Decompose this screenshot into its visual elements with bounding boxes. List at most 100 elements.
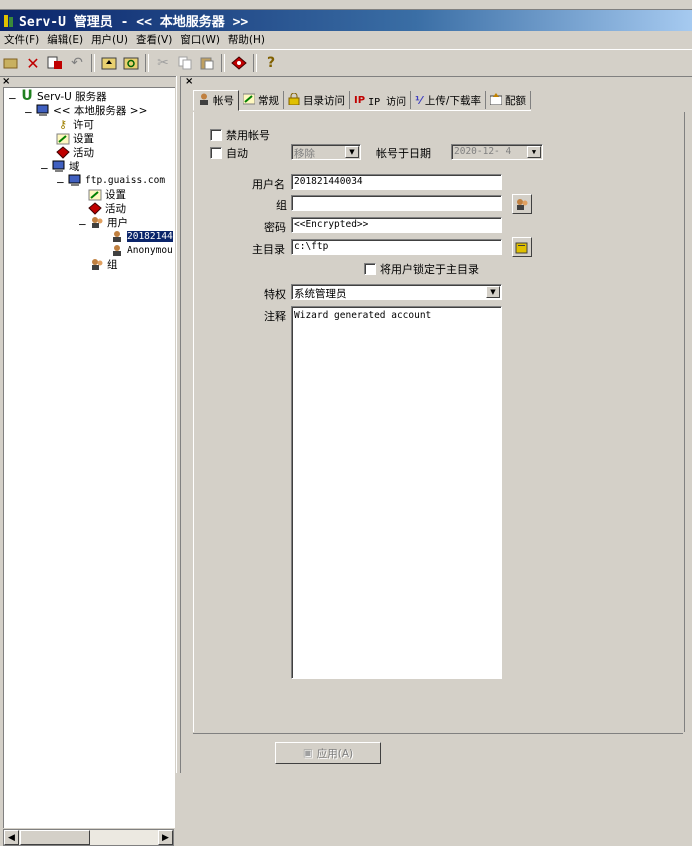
refresh-icon[interactable] (120, 52, 142, 74)
tree-item-domain-settings[interactable]: 设置 (88, 187, 126, 201)
quota-icon (489, 92, 503, 108)
tab-quota[interactable]: 配额 (486, 91, 531, 109)
auto-checkbox[interactable] (210, 147, 222, 159)
lock-icon (288, 92, 300, 108)
collapse-icon[interactable]: − (78, 219, 87, 231)
collapse-icon[interactable]: − (40, 163, 49, 175)
toolbar-separator (253, 54, 257, 72)
group-field[interactable] (291, 195, 502, 211)
auto-action-select[interactable]: 移除 ▼ (291, 144, 361, 160)
groups-icon (90, 258, 104, 271)
paste-icon[interactable] (196, 52, 218, 74)
tree-item-users[interactable]: 用户 (90, 215, 128, 229)
account-form: 禁用帐号 自动 移除 ▼ 帐号于日期 2020-12- 4 ▼ 用户名 2018… (193, 112, 685, 732)
chevron-down-icon[interactable]: ▼ (527, 146, 541, 158)
button-bar: ▣ 应用(A) (193, 733, 683, 770)
toolbar-separator (91, 54, 95, 72)
select-group-button[interactable] (512, 194, 532, 214)
tree-item-local-server[interactable]: << 本地服务器 >> (36, 103, 147, 117)
settings-icon (242, 93, 256, 108)
window-title: Serv-U 管理员 - << 本地服务器 >> (19, 15, 249, 30)
pane-splitter[interactable] (176, 76, 181, 773)
menu-bar: 文件(F) 编辑(E) 用户(U) 查看(V) 窗口(W) 帮助(H) (0, 31, 692, 48)
ip-icon: IP (354, 94, 366, 106)
username-field[interactable]: 201821440034 (291, 174, 502, 190)
disable-account-label: 禁用帐号 (226, 129, 270, 142)
password-field[interactable]: <<Encrypted>> (291, 217, 502, 233)
tree-item-activity[interactable]: 活动 (56, 145, 94, 159)
menu-file[interactable]: 文件(F) (0, 32, 43, 47)
settings-icon (56, 132, 70, 145)
user-icon (110, 230, 124, 243)
help-icon[interactable]: ? (260, 52, 282, 74)
collapse-icon[interactable]: − (56, 177, 65, 189)
wizard-icon[interactable] (228, 52, 250, 74)
close-icon[interactable]: × (2, 76, 10, 87)
notes-textarea[interactable]: Wizard generated account (291, 306, 502, 679)
tree-pane: × − U Serv-U 服务器 − << 本地服务器 >> ⚷ 许可 设置 活… (0, 76, 175, 846)
tree-item-user-anonymous[interactable]: Anonymou (110, 243, 173, 257)
chevron-down-icon[interactable]: ▼ (345, 146, 359, 158)
tree-item-domain[interactable]: ftp.guaiss.com (68, 173, 165, 187)
tree-item-root[interactable]: U Serv-U 服务器 (20, 88, 106, 104)
tab-directory-access[interactable]: 目录访问 (284, 91, 350, 109)
tab-bar: 帐号 常规 目录访问 IP IP 访问 ⅟ 上传/下载率 配额 (193, 89, 531, 111)
tree-item-groups[interactable]: 组 (90, 257, 118, 271)
activity-icon (56, 145, 70, 159)
disable-account-checkbox[interactable] (210, 129, 222, 141)
menu-view[interactable]: 查看(V) (132, 32, 176, 47)
tree-item-domains[interactable]: 域 (52, 159, 80, 173)
expire-date-label: 帐号于日期 (376, 147, 431, 160)
tab-general[interactable]: 常规 (239, 91, 284, 109)
serv-u-icon: U (21, 88, 33, 104)
scroll-right-icon[interactable]: ▶ (158, 830, 173, 845)
apply-button[interactable]: ▣ 应用(A) (275, 742, 381, 764)
tree-item-user-selected[interactable]: 20182144 (110, 229, 173, 243)
home-directory-field[interactable]: c:\ftp (291, 239, 502, 255)
up-icon[interactable] (98, 52, 120, 74)
server-tree[interactable]: − U Serv-U 服务器 − << 本地服务器 >> ⚷ 许可 设置 活动 … (3, 87, 175, 828)
scroll-left-icon[interactable]: ◀ (4, 830, 19, 845)
expire-date-picker[interactable]: 2020-12- 4 ▼ (451, 144, 543, 160)
home-directory-label: 主目录 (252, 243, 285, 256)
menu-help[interactable]: 帮助(H) (224, 32, 269, 47)
chevron-down-icon[interactable]: ▼ (486, 286, 500, 298)
privilege-select[interactable]: 系统管理员 ▼ (291, 284, 502, 300)
save-icon: ▣ (302, 747, 313, 759)
tab-transfer-rate[interactable]: ⅟ 上传/下载率 (411, 91, 486, 109)
tree-item-domain-activity[interactable]: 活动 (88, 201, 126, 215)
browse-directory-button[interactable] (512, 237, 532, 257)
collapse-icon[interactable]: − (8, 93, 17, 105)
delete-icon[interactable]: ✕ (22, 52, 44, 74)
properties-icon[interactable] (44, 52, 66, 74)
notes-label: 注释 (264, 310, 286, 323)
menu-edit[interactable]: 编辑(E) (43, 32, 87, 47)
user-icon (110, 244, 124, 257)
menu-user[interactable]: 用户(U) (87, 32, 132, 47)
collapse-icon[interactable]: − (24, 107, 33, 119)
tab-account[interactable]: 帐号 (193, 89, 239, 111)
folder-icon (515, 242, 528, 253)
top-strip (0, 0, 692, 10)
serv-u-app-icon (2, 14, 16, 28)
cut-icon[interactable]: ✂ (152, 52, 174, 74)
undo-icon[interactable]: ↶ (66, 52, 88, 74)
key-icon: ⚷ (58, 117, 68, 131)
menu-window[interactable]: 窗口(W) (176, 32, 224, 47)
horizontal-scrollbar[interactable]: ◀ ▶ (3, 829, 174, 846)
tab-ip-access[interactable]: IP IP 访问 (350, 91, 412, 109)
copy-icon[interactable] (174, 52, 196, 74)
lock-home-checkbox[interactable] (364, 263, 376, 275)
title-bar: Serv-U 管理员 - << 本地服务器 >> (0, 10, 692, 31)
activity-icon (88, 201, 102, 215)
lock-home-label: 将用户锁定于主目录 (380, 263, 479, 276)
toolbar: ✕ ↶ ✂ ? (0, 49, 692, 77)
scroll-thumb[interactable] (20, 830, 90, 845)
close-icon[interactable]: × (185, 76, 193, 87)
tree-item-license[interactable]: ⚷ 许可 (56, 117, 94, 131)
tree-item-settings[interactable]: 设置 (56, 131, 94, 145)
open-icon[interactable] (0, 52, 22, 74)
password-label: 密码 (264, 221, 286, 234)
toolbar-separator (145, 54, 149, 72)
details-pane: × 帐号 常规 目录访问 IP IP 访问 ⅟ 上传/下载率 配额 禁用帐号 自… (183, 76, 692, 773)
